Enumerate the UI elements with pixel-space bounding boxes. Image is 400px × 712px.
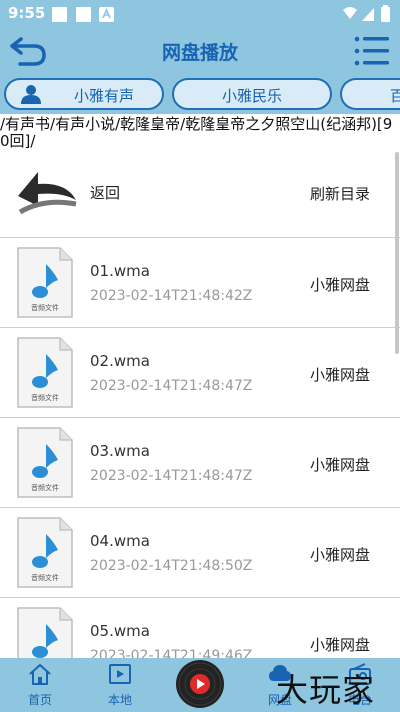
file-location: 小雅网盘 — [309, 366, 370, 384]
breadcrumb: /有声书/有声小说/乾隆皇帝/乾隆皇帝之夕照空山(纪涵邦)[90回]/ — [0, 116, 393, 150]
nav-label: 本地 — [107, 693, 132, 707]
title-bar: 网盘播放 — [0, 28, 400, 74]
audio-file-icon: 音频文件 — [17, 427, 73, 498]
file-icon-caption: 音频文件 — [31, 483, 59, 492]
tab-label: 小雅有声 — [74, 87, 135, 105]
now-playing-record-button[interactable] — [176, 660, 224, 708]
file-date: 2023-02-14T21:48:47Z — [90, 378, 253, 394]
file-date: 2023-02-14T21:48:47Z — [90, 468, 253, 484]
tab-xiaoya-folk[interactable]: 小雅民乐 — [172, 78, 332, 110]
audio-file-icon: 音频文件 — [17, 247, 73, 318]
file-icon-caption: 音频文件 — [31, 303, 59, 312]
file-name: 01.wma — [90, 262, 150, 280]
status-bar: 9:55 — [0, 0, 400, 28]
file-name: 03.wma — [90, 442, 150, 460]
refresh-directory-button[interactable]: 刷新目录 — [310, 183, 370, 204]
status-time: 9:55 — [8, 4, 46, 22]
nav-home[interactable]: 首页 — [10, 662, 70, 710]
nav-label: 首页 — [27, 693, 52, 707]
file-date: 2023-02-14T21:48:50Z — [90, 558, 253, 574]
file-browser: /有声书/有声小说/乾隆皇帝/乾隆皇帝之夕照空山(纪涵邦)[90回]/ 返回 刷… — [0, 114, 400, 658]
file-name: 05.wma — [90, 622, 150, 640]
tab-xiaoya-audiobook[interactable]: 小雅有声 — [4, 78, 164, 110]
back-label: 返回 — [90, 184, 121, 202]
notification-icon — [52, 7, 67, 22]
file-date: 2023-02-14T21:48:42Z — [90, 288, 253, 304]
file-row[interactable]: 音频文件 05.wma 2023-02-14T21:49:46Z 小雅网盘 — [0, 598, 400, 658]
file-row[interactable]: 音频文件 01.wma 2023-02-14T21:48:42Z 小雅网盘 — [0, 238, 400, 328]
list-menu-icon — [354, 36, 389, 66]
vinyl-play-icon — [178, 662, 222, 706]
file-location: 小雅网盘 — [309, 636, 370, 654]
audio-file-icon: 音频文件 — [17, 607, 73, 658]
scrollbar[interactable] — [395, 152, 399, 354]
file-row[interactable]: 音频文件 04.wma 2023-02-14T21:48:50Z 小雅网盘 — [0, 508, 400, 598]
tab-partial[interactable]: 百 — [340, 78, 400, 110]
file-list: 返回 刷新目录 音频文件 01.wma 2023-02-14T21:48:42Z… — [0, 150, 400, 658]
curved-back-arrow-icon — [18, 172, 77, 215]
play-icon — [109, 664, 131, 684]
page-title: 网盘播放 — [161, 42, 238, 64]
watermark: 大玩家 — [276, 671, 376, 709]
file-row[interactable]: 音频文件 03.wma 2023-02-14T21:48:47Z 小雅网盘 — [0, 418, 400, 508]
file-name: 04.wma — [90, 532, 150, 550]
file-icon-caption: 音频文件 — [31, 393, 59, 402]
audio-file-icon: 音频文件 — [17, 337, 73, 408]
notification-icon — [76, 7, 91, 22]
status-system-icons — [343, 5, 390, 22]
file-location: 小雅网盘 — [309, 276, 370, 294]
tab-label: 小雅民乐 — [222, 87, 283, 105]
user-icon — [21, 85, 41, 104]
back-row[interactable]: 返回 刷新目录 — [0, 150, 400, 238]
file-name: 02.wma — [90, 352, 150, 370]
file-date: 2023-02-14T21:49:46Z — [90, 648, 253, 658]
file-location: 小雅网盘 — [309, 546, 370, 564]
menu-button[interactable] — [354, 35, 390, 67]
file-icon-caption: 音频文件 — [31, 573, 59, 582]
nav-local[interactable]: 本地 — [90, 662, 150, 710]
app-notification-icon — [99, 7, 114, 22]
file-row[interactable]: 音频文件 02.wma 2023-02-14T21:48:47Z 小雅网盘 — [0, 328, 400, 418]
tab-label: 百 — [390, 87, 400, 105]
audio-file-icon: 音频文件 — [17, 517, 73, 588]
home-icon — [29, 664, 51, 685]
file-location: 小雅网盘 — [309, 456, 370, 474]
